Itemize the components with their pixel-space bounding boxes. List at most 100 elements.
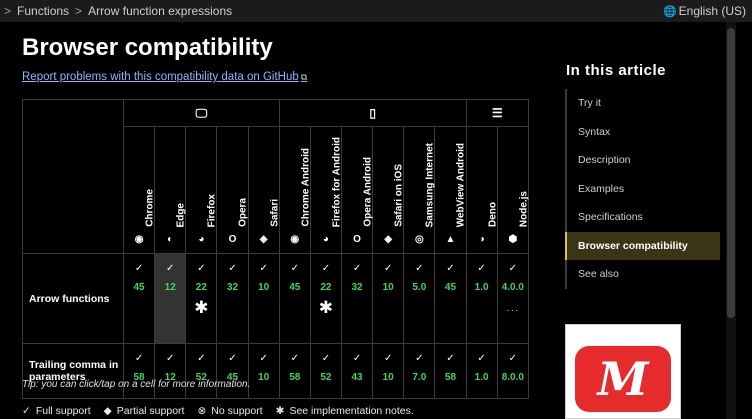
- tip-text: Tip: you can click/tap on a cell for mor…: [22, 379, 251, 390]
- compat-cell[interactable]: ✓ 5.0: [403, 253, 436, 344]
- toc-item-specifications[interactable]: Specifications: [565, 203, 720, 232]
- compat-cell[interactable]: ✓ 32: [340, 253, 374, 344]
- compat-cell[interactable]: ✓ 45: [216, 343, 249, 399]
- mobile-icon: ▯: [369, 106, 376, 120]
- breadcrumb-chevron-icon: >: [4, 4, 12, 18]
- version-text: 45: [444, 282, 457, 293]
- compat-cell[interactable]: ✓ 45: [434, 253, 467, 344]
- toc-item-try-it[interactable]: Try it: [565, 89, 720, 118]
- browser-name: Chrome Android: [300, 148, 312, 227]
- check-icon: ✓: [166, 353, 175, 364]
- compat-cell[interactable]: ✓ 58: [434, 343, 467, 399]
- legend-notes-label: See implementation notes.: [289, 405, 414, 417]
- compat-cell[interactable]: ✓ 12: [154, 253, 187, 344]
- compat-cell[interactable]: ✓ 22 ✱: [309, 253, 342, 344]
- compat-cell[interactable]: ✓ 22 ✱: [185, 253, 218, 344]
- compat-cell[interactable]: ✓ 43: [340, 343, 374, 399]
- breadcrumb-bar: > Functions > Arrow function expressions…: [0, 0, 752, 22]
- browser-header-wrap: Edge ◐: [155, 127, 187, 253]
- nodejs-icon: ⬢: [508, 234, 518, 245]
- compat-cell[interactable]: ✓ 58: [278, 343, 311, 399]
- version-text: 1.0: [474, 372, 489, 383]
- external-link-icon: ⧉: [300, 72, 308, 82]
- section-title: Browser compatibility: [22, 34, 273, 61]
- version-text: 58: [289, 372, 301, 383]
- compat-cell[interactable]: ✓ 4.0.0 ···: [496, 253, 530, 344]
- compat-cell[interactable]: ✓ 52: [185, 343, 218, 399]
- compat-cell[interactable]: ✓ 58: [122, 343, 156, 399]
- browser-header-samsung-internet: Samsung Internet ◎: [403, 126, 436, 254]
- browser-name: Safari on iOS: [393, 164, 405, 227]
- legend-full-label: Full support: [35, 405, 91, 417]
- browser-name: Edge: [175, 202, 187, 227]
- compat-cell[interactable]: ✓ 12: [154, 343, 187, 399]
- toc-item-syntax[interactable]: Syntax: [565, 118, 720, 147]
- table-of-contents: Try it Syntax Description Examples Specifica…: [565, 89, 720, 289]
- check-icon: ✓: [228, 263, 237, 274]
- asterisk-icon: ✱: [318, 298, 334, 317]
- browser-header-wrap: Node.js ⬢: [498, 127, 529, 253]
- opera-icon: O: [353, 234, 361, 245]
- check-icon: ✓: [134, 263, 144, 274]
- check-icon: ✓: [22, 405, 31, 417]
- table-row: Arrow functions ✓ 45 ✓ 12 ✓ 22 ✱ ✓ 32 ✓ 10 ✓ 45 ✓ 22 ✱ ✓ 3…: [22, 253, 530, 344]
- version-text: 32: [226, 282, 239, 293]
- sponsor-logo: M: [575, 346, 671, 412]
- toc-item-examples[interactable]: Examples: [565, 175, 720, 204]
- browser-name: Safari: [269, 199, 281, 227]
- compat-cell[interactable]: ✓ 10: [247, 343, 280, 399]
- check-icon: ✓: [415, 263, 424, 274]
- asterisk-icon: ✱: [275, 405, 285, 417]
- globe-icon: 🌐: [662, 5, 677, 18]
- partial-support-icon: ◆: [103, 405, 112, 417]
- compat-cell[interactable]: ✓ 1.0: [465, 343, 498, 399]
- compat-cell[interactable]: ✓ 52: [309, 343, 342, 399]
- browser-name: WebView Android: [455, 142, 467, 227]
- browser-header-firefox-for-android: Firefox for Android ◕: [309, 126, 343, 254]
- legend: ✓ Full support ◆ Partial support ⊗ No suppo…: [22, 405, 414, 417]
- scrollbar-thumb[interactable]: [727, 28, 735, 318]
- version-text: 58: [444, 372, 457, 383]
- platform-server-header: ☰: [465, 99, 530, 127]
- browser-name: Firefox for Android: [331, 136, 343, 227]
- legend-none-label: No support: [211, 405, 263, 417]
- table-row: Trailing comma in parameters ✓ 58 ✓ 12 ✓ 52 ✓ 45…: [22, 343, 530, 399]
- compat-cell[interactable]: ✓ 45: [122, 253, 156, 344]
- version-text: 4.0.0: [501, 282, 524, 293]
- browser-header-wrap: Opera O: [217, 127, 249, 253]
- language-switcher[interactable]: 🌐 English (US): [663, 4, 746, 18]
- breadcrumb-item-functions[interactable]: Functions: [17, 4, 69, 18]
- toc-item-description[interactable]: Description: [565, 146, 720, 175]
- toc-item-see-also[interactable]: See also: [565, 260, 720, 289]
- compat-cell[interactable]: ✓ 32: [216, 253, 249, 344]
- sponsor-ad[interactable]: M: [565, 324, 681, 419]
- browser-header-wrap: Firefox ◕: [186, 127, 218, 253]
- opera-icon: O: [228, 234, 237, 245]
- compat-cell[interactable]: ✓ 10: [372, 343, 405, 399]
- browser-header-wrap: Samsung Internet ◎: [404, 127, 436, 253]
- compat-cell[interactable]: ✓ 8.0.0: [496, 343, 530, 399]
- check-icon: ✓: [134, 353, 144, 364]
- compat-cell[interactable]: ✓ 10: [372, 253, 405, 344]
- compat-cell[interactable]: ✓ 7.0: [403, 343, 436, 399]
- check-icon: ✓: [384, 263, 393, 274]
- deno-icon: ◑: [478, 234, 485, 245]
- browser-header-wrap: Firefox for Android ◕: [311, 127, 343, 253]
- version-text: 22: [195, 282, 207, 293]
- browser-header-wrap: Chrome Android ◉: [280, 127, 312, 253]
- compat-cell[interactable]: ✓ 45: [278, 253, 311, 344]
- report-problems-link[interactable]: Report problems with this compatibility …: [22, 71, 307, 83]
- legend-partial-label: Partial support: [116, 405, 185, 417]
- browser-header-webview-android: WebView Android ▲: [434, 126, 467, 254]
- compat-cell[interactable]: ✓ 1.0: [465, 253, 498, 344]
- browser-header-deno: Deno ◑: [465, 126, 498, 254]
- toc-item-browser-compatibility[interactable]: Browser compatibility: [565, 231, 720, 260]
- browser-header-firefox: Firefox ◕: [185, 126, 218, 254]
- version-text: 5.0: [412, 282, 427, 293]
- breadcrumb-item-arrow-functions[interactable]: Arrow function expressions: [88, 4, 232, 18]
- browser-name: Opera: [237, 198, 249, 227]
- compat-cell[interactable]: ✓ 10: [247, 253, 280, 344]
- version-text: 10: [258, 372, 270, 383]
- check-icon: ✓: [352, 353, 362, 364]
- safari-icon: ◈: [259, 234, 268, 245]
